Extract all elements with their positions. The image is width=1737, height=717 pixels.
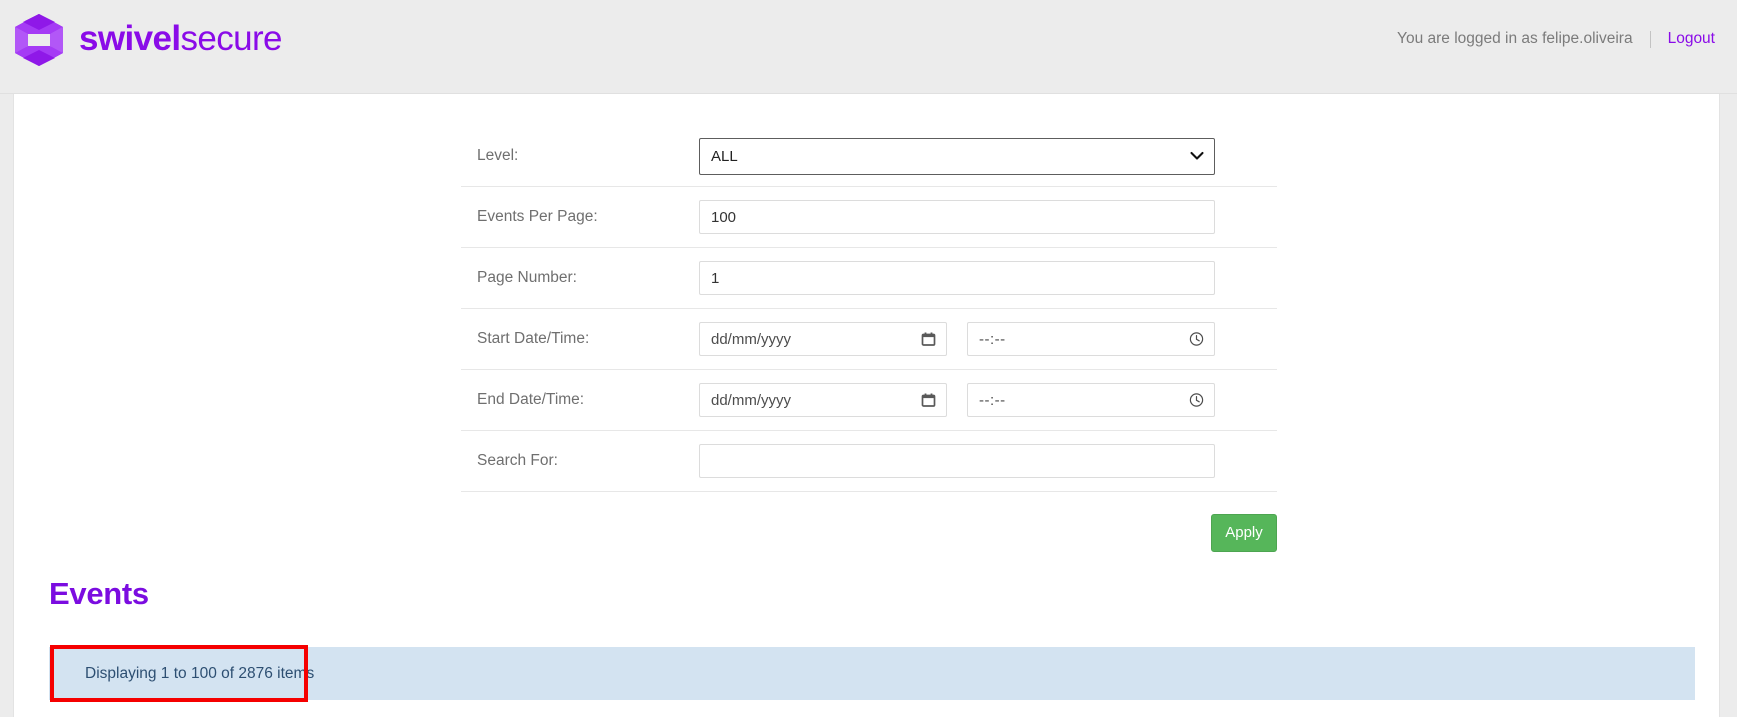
start-datetime-group: dd/mm/yyyy --:-- [699, 322, 1215, 356]
events-heading: Events [49, 576, 149, 611]
form-row-start-datetime: Start Date/Time: dd/mm/yyyy --:-- [461, 309, 1277, 370]
label-level: Level: [477, 147, 519, 164]
page-number-input[interactable] [699, 261, 1215, 295]
session-area: You are logged in as felipe.oliveira Log… [1397, 30, 1715, 48]
level-select[interactable]: ALL [699, 137, 1215, 175]
calendar-icon[interactable] [921, 332, 936, 347]
control-search-for [699, 444, 1277, 478]
control-events-per-page [699, 200, 1277, 234]
label-search-for: Search For: [477, 452, 558, 469]
end-time-placeholder: --:-- [979, 391, 1006, 409]
brand-wordmark: swivelsecure [79, 19, 283, 59]
control-level: ALL [699, 137, 1277, 175]
brand-wordmark-light: secure [180, 19, 282, 58]
end-date-input[interactable]: dd/mm/yyyy [699, 383, 947, 417]
form-row-level: Level: ALL [461, 126, 1277, 187]
logged-in-user-text: You are logged in as felipe.oliveira [1397, 30, 1633, 47]
label-start-datetime: Start Date/Time: [477, 330, 590, 347]
brand-logo[interactable]: swivelsecure [13, 12, 283, 68]
form-row-end-datetime: End Date/Time: dd/mm/yyyy --:-- [461, 370, 1277, 431]
end-date-placeholder: dd/mm/yyyy [711, 391, 792, 409]
start-time-input[interactable]: --:-- [967, 322, 1215, 356]
control-end-datetime: dd/mm/yyyy --:-- [699, 383, 1277, 417]
label-events-per-page: Events Per Page: [477, 208, 598, 225]
end-datetime-group: dd/mm/yyyy --:-- [699, 383, 1215, 417]
event-filter-form: Level: ALL Events Per Page: Page [461, 126, 1277, 552]
start-date-input[interactable]: dd/mm/yyyy [699, 322, 947, 356]
form-actions: Apply [461, 492, 1277, 552]
swivel-hexagon-s-logo-icon [15, 14, 63, 66]
clock-icon[interactable] [1189, 332, 1204, 347]
start-time-placeholder: --:-- [979, 330, 1006, 348]
level-select-value: ALL [711, 147, 738, 165]
displaying-count-text: Displaying 1 to 100 of 2876 items [85, 664, 315, 682]
label-end-datetime: End Date/Time: [477, 391, 585, 408]
events-per-page-input[interactable] [699, 200, 1215, 234]
form-row-events-per-page: Events Per Page: [461, 187, 1277, 248]
content-panel: Level: ALL Events Per Page: Page [13, 94, 1720, 717]
search-for-input[interactable] [699, 444, 1215, 478]
brand-wordmark-bold: swivel [79, 19, 181, 58]
events-info-bar: Displaying 1 to 100 of 2876 items [49, 647, 1695, 700]
divider [1649, 30, 1651, 48]
control-page-number [699, 261, 1277, 295]
apply-button[interactable]: Apply [1211, 514, 1277, 552]
control-start-datetime: dd/mm/yyyy --:-- [699, 322, 1277, 356]
end-time-input[interactable]: --:-- [967, 383, 1215, 417]
calendar-icon[interactable] [921, 393, 936, 408]
label-page-number: Page Number: [477, 269, 577, 286]
logout-link[interactable]: Logout [1668, 30, 1715, 48]
form-row-page-number: Page Number: [461, 248, 1277, 309]
clock-icon[interactable] [1189, 393, 1204, 408]
form-row-search-for: Search For: [461, 431, 1277, 492]
start-date-placeholder: dd/mm/yyyy [711, 330, 792, 348]
page-header: swivelsecure You are logged in as felipe… [0, 0, 1737, 94]
level-select-wrapper[interactable]: ALL [699, 137, 1215, 175]
